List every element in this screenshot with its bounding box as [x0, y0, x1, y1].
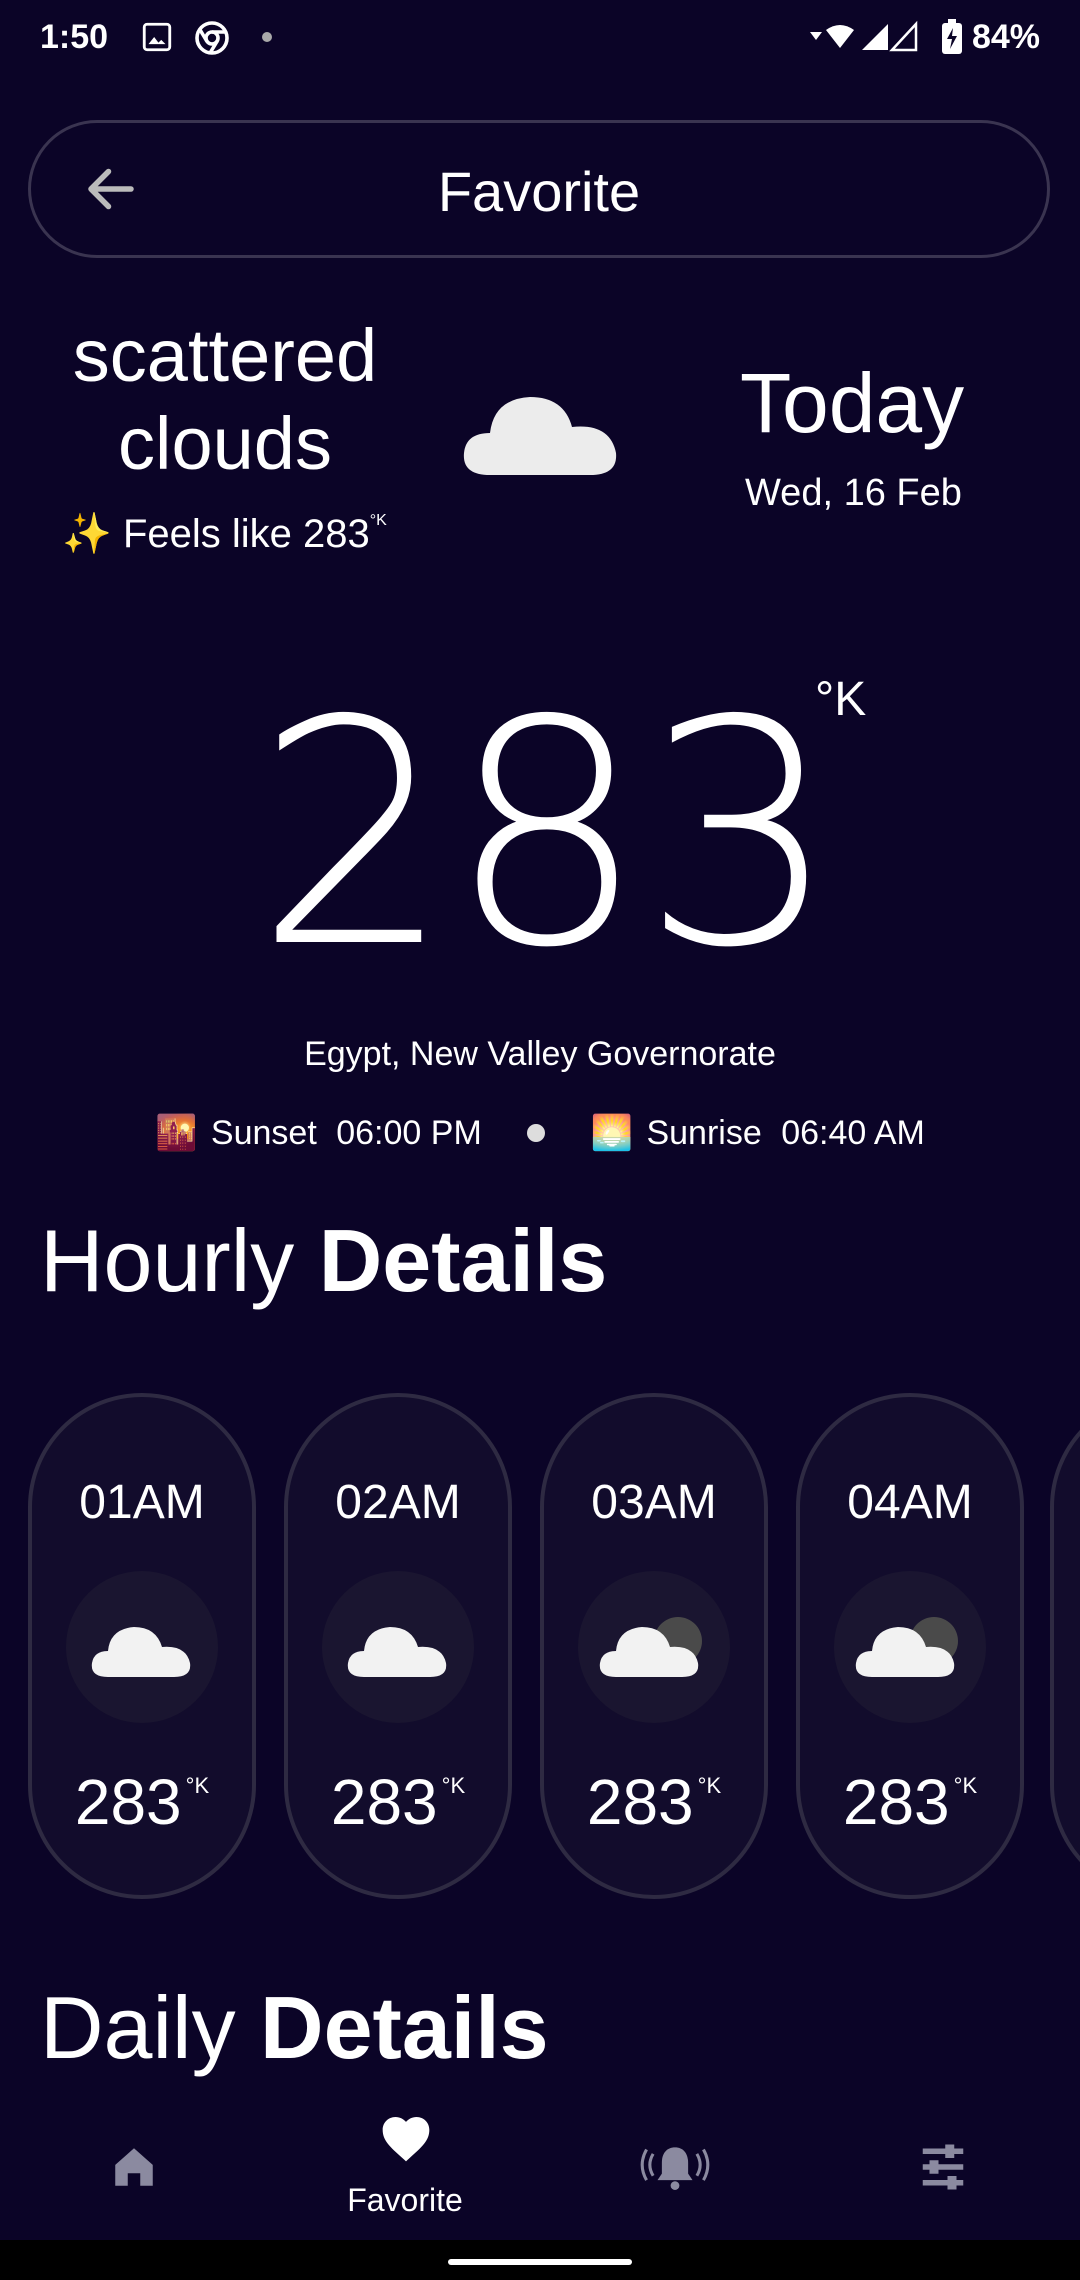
- nav-alerts[interactable]: [540, 2090, 810, 2240]
- hourly-temp-value: 283: [330, 1766, 438, 1838]
- signal-icons: [810, 20, 918, 52]
- temperature-unit: °K: [815, 673, 867, 726]
- daily-title-light: Daily: [40, 1978, 236, 2077]
- hourly-temp: 283 °K: [288, 1765, 508, 1839]
- cloud-moon-icon: [855, 1617, 958, 1677]
- hourly-icon-bg: [322, 1571, 474, 1723]
- feels-like-value: 283: [303, 512, 370, 556]
- hourly-time: 02AM: [335, 1476, 461, 1529]
- day-label: Today: [740, 356, 965, 450]
- current-date: Wed, 16 Feb: [745, 472, 962, 514]
- sun-times: 🌇 Sunset 06:00 PM 🌅 Sunrise 06:40 AM: [0, 1112, 1080, 1153]
- daily-title-bold: Details: [260, 1978, 549, 2077]
- hourly-card[interactable]: 01AM 283 °K: [28, 1393, 256, 1899]
- sunset-icon: 🌇: [155, 1114, 198, 1153]
- hourly-temp: 283 °K: [544, 1765, 764, 1839]
- sunrise-label: Sunrise: [646, 1113, 762, 1152]
- weather-description-line2: clouds: [118, 402, 332, 485]
- heart-icon: [382, 2117, 430, 2162]
- nav-settings[interactable]: [810, 2090, 1080, 2240]
- sunset-label: Sunset: [210, 1113, 317, 1152]
- separator-dot: [527, 1124, 546, 1143]
- cloud-moon-icon: [599, 1617, 702, 1677]
- battery-icon: [942, 19, 962, 54]
- hourly-card[interactable]: 03AM 283 °K: [540, 1393, 768, 1899]
- hourly-temp-value: 283: [842, 1766, 950, 1838]
- sunrise-time: 06:40 AM: [781, 1113, 925, 1152]
- hourly-temp-value: 283: [586, 1766, 694, 1838]
- page-title: Favorite: [437, 160, 641, 223]
- feels-like-label: Feels like: [122, 512, 292, 556]
- hourly-card[interactable]: 04AM 283 °K: [796, 1393, 1024, 1899]
- hourly-icon-bg: [578, 1571, 730, 1723]
- cloud-icon: [463, 397, 617, 475]
- hourly-temp-unit: °K: [185, 1773, 210, 1798]
- nav-favorite-label: Favorite: [347, 2182, 463, 2218]
- hourly-icon-bg: [834, 1571, 986, 1723]
- gallery-icon: [142, 22, 172, 52]
- nav-favorite[interactable]: Favorite: [270, 2090, 540, 2240]
- home-gesture-bar[interactable]: [448, 2259, 632, 2265]
- current-temperature: 283: [255, 655, 839, 1016]
- header-bar: Favorite: [28, 120, 1050, 258]
- weather-description-line1: scattered: [72, 314, 378, 397]
- hourly-time: 03AM: [591, 1476, 717, 1529]
- feels-like: ✨ Feels like 283°K: [62, 510, 387, 557]
- hourly-title-bold: Details: [318, 1211, 608, 1310]
- hourly-card-partial[interactable]: [1050, 1393, 1080, 1899]
- settings-sliders-icon: [922, 2144, 964, 2190]
- hourly-section-title: Hourly Details: [40, 1210, 607, 1312]
- nav-home[interactable]: [0, 2090, 270, 2240]
- notification-dot: [262, 32, 272, 42]
- sunset-time: 06:00 PM: [336, 1113, 482, 1152]
- status-time: 1:50: [40, 18, 109, 56]
- sparkles-icon: ✨: [62, 512, 112, 556]
- hourly-temp-unit: °K: [953, 1773, 978, 1798]
- hourly-time: 01AM: [79, 1476, 205, 1529]
- alert-bell-icon: [640, 2147, 710, 2190]
- home-icon: [115, 2148, 153, 2186]
- hourly-card[interactable]: 02AM 283 °K: [284, 1393, 512, 1899]
- feels-like-unit: °K: [369, 512, 387, 529]
- sunrise-icon: 🌅: [590, 1114, 634, 1153]
- hourly-temp: 283 °K: [800, 1765, 1020, 1839]
- status-bar: 1:50 84%: [0, 0, 1080, 80]
- hourly-icon-bg: [66, 1571, 218, 1723]
- cloud-icon: [347, 1627, 447, 1677]
- hourly-time: 04AM: [847, 1476, 973, 1529]
- hourly-title-light: Hourly: [40, 1211, 295, 1310]
- bottom-navigation: Favorite: [0, 2090, 1080, 2240]
- hourly-temp-unit: °K: [441, 1773, 466, 1798]
- weather-description: scattered clouds: [40, 312, 410, 488]
- daily-section-title: Daily Details: [40, 1977, 549, 2079]
- chrome-icon: [195, 21, 229, 55]
- battery-percent: 84%: [971, 18, 1040, 56]
- hourly-temp: 283 °K: [32, 1765, 252, 1839]
- location-label: Egypt, New Valley Governorate: [304, 1035, 776, 1073]
- hourly-temp-value: 283: [74, 1766, 182, 1838]
- cloud-icon: [91, 1627, 191, 1677]
- hourly-temp-unit: °K: [697, 1773, 722, 1798]
